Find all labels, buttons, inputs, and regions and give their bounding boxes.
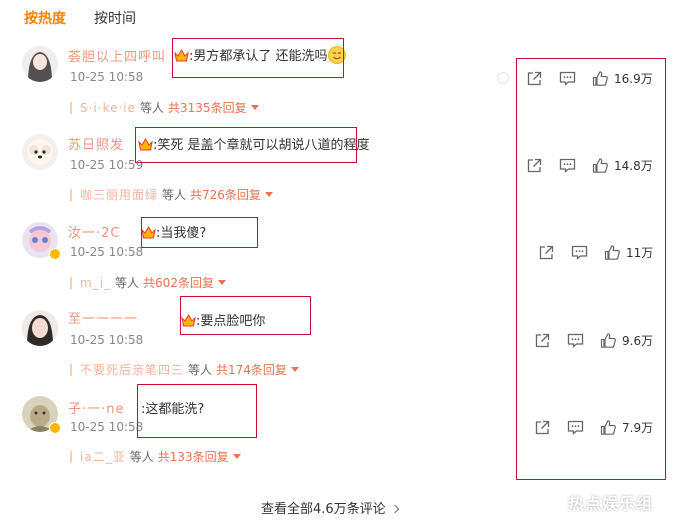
reply-prefix: 等人 [188, 363, 213, 377]
reply-summary: ia二_亚 等人 共133条回复 [70, 448, 241, 465]
tab-time[interactable]: 按时间 [94, 9, 136, 29]
comment-time: 10-25 10:58 [70, 333, 144, 347]
reply-prefix: 等人 [129, 450, 154, 464]
highlight-box [180, 296, 311, 335]
avatar[interactable] [22, 134, 58, 170]
reply-count-link[interactable]: 共174条回复 [216, 361, 299, 378]
verified-badge-icon [49, 422, 61, 434]
reply-username[interactable]: S·i·ke·ie [80, 101, 136, 115]
highlight-box [172, 38, 344, 78]
highlight-box [135, 127, 357, 163]
reply-summary: S·i·ke·ie 等人 共3135条回复 [70, 99, 259, 116]
avatar[interactable] [22, 310, 58, 346]
reply-summary: 咖三丽用面绿 等人 共726条回复 [70, 186, 273, 203]
reply-count: 共726条回复 [190, 188, 261, 202]
comment-username[interactable]: 汝一·2C [68, 222, 120, 241]
comment-time: 10-25 10:58 [70, 245, 144, 259]
watermark: 热点娱乐组 [568, 494, 654, 513]
reply-username[interactable]: 不要死后亲笔四三 [80, 361, 184, 378]
reply-bar [70, 276, 72, 289]
report-icon[interactable] [497, 72, 509, 84]
comment-username[interactable]: 荟胆以上四呼叫 [68, 46, 166, 65]
reply-username[interactable]: m_i_ [80, 276, 111, 290]
reply-username[interactable]: ia二_亚 [80, 448, 126, 465]
comment-username[interactable]: 苏日照发 [68, 134, 124, 153]
caret-down-icon [290, 367, 299, 372]
caret-down-icon [232, 454, 241, 459]
reply-summary: m_i_ 等人 共602条回复 [70, 274, 226, 291]
chevron-right-icon [390, 504, 399, 514]
comment-time: 10-25 10:58 [70, 70, 144, 84]
reply-count: 共133条回复 [157, 450, 229, 464]
comment-time: 10-25 10:58 [70, 420, 144, 434]
reply-prefix: 等人 [162, 188, 187, 202]
reply-bar [70, 188, 72, 201]
reply-count-link[interactable]: 共3135条回复 [168, 99, 259, 116]
reply-prefix: 等人 [115, 276, 140, 290]
sort-tabs: 按热度 按时间 [24, 9, 136, 29]
tab-hot[interactable]: 按热度 [24, 9, 66, 29]
reply-count: 共602条回复 [143, 276, 214, 290]
reply-count: 共3135条回复 [168, 101, 247, 115]
reply-bar [70, 363, 72, 376]
reply-username[interactable]: 咖三丽用面绿 [80, 186, 158, 203]
highlight-box [137, 384, 257, 438]
highlight-box-actions [516, 58, 666, 480]
view-all-label: 查看全部4.6万条评论 [261, 502, 386, 517]
avatar[interactable] [22, 46, 58, 82]
caret-down-icon [264, 192, 273, 197]
comment-username[interactable]: 至一一一一 [68, 308, 138, 327]
highlight-box [141, 217, 258, 248]
verified-badge-icon [49, 248, 61, 260]
caret-down-icon [250, 105, 259, 110]
comment-username[interactable]: 子·一·ne [68, 398, 125, 417]
reply-prefix: 等人 [140, 101, 165, 115]
reply-count: 共174条回复 [216, 363, 287, 377]
reply-bar [70, 101, 72, 114]
reply-bar [70, 450, 72, 463]
caret-down-icon [217, 280, 226, 285]
reply-summary: 不要死后亲笔四三 等人 共174条回复 [70, 361, 299, 378]
comment-time: 10-25 10:59 [70, 158, 144, 172]
reply-count-link[interactable]: 共133条回复 [158, 448, 241, 465]
reply-count-link[interactable]: 共726条回复 [190, 186, 273, 203]
view-all-comments-link[interactable]: 查看全部4.6万条评论 [261, 498, 399, 517]
reply-count-link[interactable]: 共602条回复 [143, 274, 226, 291]
